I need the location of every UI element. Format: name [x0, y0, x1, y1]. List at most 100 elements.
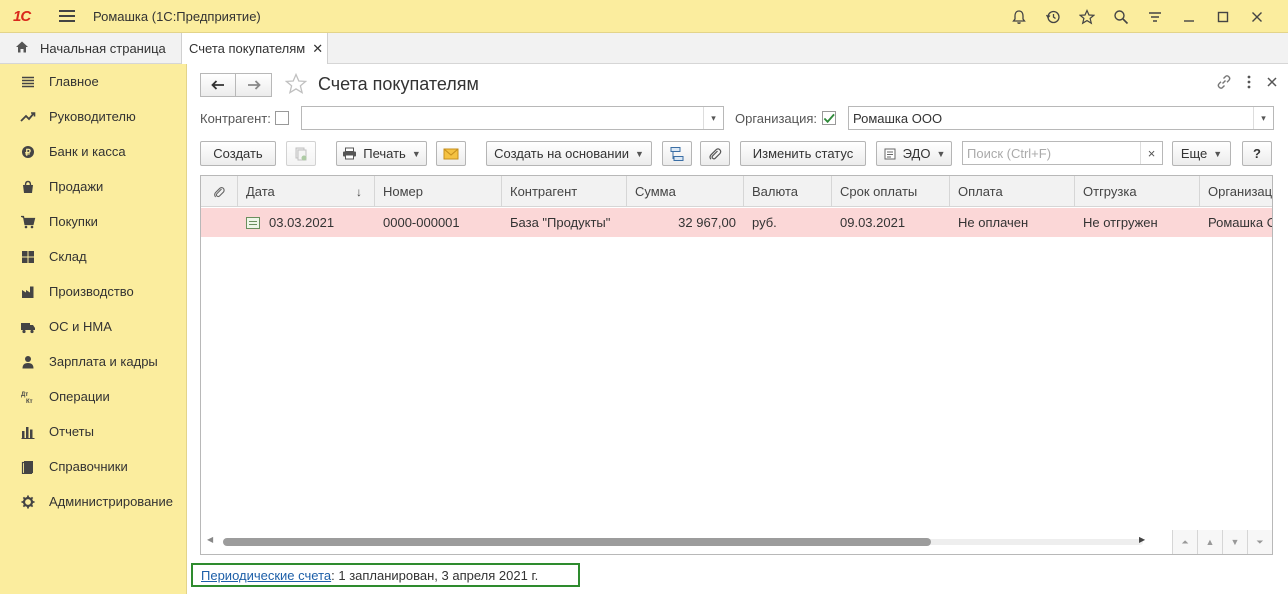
link-icon[interactable] [1216, 74, 1232, 93]
back-button[interactable] [200, 73, 236, 97]
dropdown-arrow-icon[interactable]: ▾ [703, 107, 723, 129]
sidebar-item-purchases[interactable]: Покупки [0, 204, 186, 239]
search-icon[interactable] [1104, 0, 1138, 33]
column-header-currency[interactable]: Валюта [744, 176, 832, 207]
main-menu-icon[interactable] [59, 10, 75, 22]
more-button[interactable]: Еще ▼ [1172, 141, 1231, 166]
checkmark-icon [823, 113, 835, 123]
table-row[interactable]: 03.03.2021 0000-000001 База "Продукты" 3… [201, 208, 1272, 237]
email-button[interactable] [436, 141, 466, 166]
sidebar-item-sales[interactable]: Продажи [0, 169, 186, 204]
scroll-left-icon[interactable]: ◀ [207, 535, 213, 544]
copy-button[interactable] [286, 141, 316, 166]
help-button[interactable]: ? [1242, 141, 1272, 166]
row-organization: Ромашка ООО [1208, 215, 1272, 230]
column-header-label: Номер [383, 184, 424, 199]
dropdown-arrow-icon[interactable]: ▾ [1253, 107, 1273, 129]
sidebar-item-catalogs[interactable]: Справочники [0, 449, 186, 484]
row-due-date: 09.03.2021 [840, 215, 906, 230]
change-status-button[interactable]: Изменить статус [740, 141, 866, 166]
sidebar-item-operations[interactable]: Дт Кт Операции [0, 379, 186, 414]
attachment-column-header[interactable] [201, 176, 238, 207]
minimize-icon[interactable] [1172, 0, 1206, 33]
column-header-payment[interactable]: Оплата [950, 176, 1075, 207]
periodic-invoices-link[interactable]: Периодические счета [201, 568, 331, 583]
bell-icon[interactable] [1002, 0, 1036, 33]
scroll-thumb[interactable] [223, 538, 931, 546]
horizontal-scrollbar[interactable]: ◀ ▶ [201, 530, 1272, 554]
app-title: Ромашка (1С:Предприятие) [93, 8, 261, 24]
sidebar-item-label: Покупки [49, 214, 98, 229]
organization-field[interactable]: Ромашка ООО ▾ [848, 106, 1274, 130]
create-button[interactable]: Создать [200, 141, 276, 166]
scroll-first-icon[interactable]: ⏶ [1172, 530, 1197, 554]
scroll-down-icon[interactable]: ▼ [1222, 530, 1247, 554]
sidebar-item-admin[interactable]: Администрирование [0, 484, 186, 519]
favorite-star-icon[interactable] [284, 72, 308, 101]
sidebar-item-label: Производство [49, 284, 134, 299]
history-icon[interactable] [1036, 0, 1070, 33]
sidebar-item-assets[interactable]: ОС и НМА [0, 309, 186, 344]
tab-home-label: Начальная страница [40, 40, 166, 56]
edo-button[interactable]: ЭДО ▼ [876, 141, 952, 166]
tab-invoices[interactable]: Счета покупателям ✕ [181, 33, 328, 64]
grid-navigation: ⏶ ▲ ▼ ⏷ [1172, 530, 1272, 554]
person-icon [20, 354, 36, 370]
tab-close-icon[interactable]: ✕ [312, 41, 323, 57]
search-input[interactable]: Поиск (Ctrl+F) × [962, 141, 1163, 165]
row-counterparty: База "Продукты" [510, 215, 611, 230]
table-header: Дата ↓ Номер Контрагент Сумма Валюта Срок… [201, 176, 1272, 207]
settings-lines-icon[interactable] [1138, 0, 1172, 33]
maximize-icon[interactable] [1206, 0, 1240, 33]
organization-checkbox[interactable] [822, 111, 836, 125]
favorites-star-icon[interactable] [1070, 0, 1104, 33]
sidebar-item-production[interactable]: Производство [0, 274, 186, 309]
sidebar-item-label: Справочники [49, 459, 128, 474]
scroll-right-icon[interactable]: ▶ [1139, 535, 1145, 544]
structure-button[interactable] [662, 141, 692, 166]
print-button[interactable]: Печать ▼ [336, 141, 427, 166]
page-title: Счета покупателям [318, 74, 479, 94]
clear-search-icon[interactable]: × [1140, 142, 1162, 164]
column-header-sum[interactable]: Сумма [627, 176, 744, 207]
close-form-icon[interactable] [1266, 74, 1278, 93]
sidebar-item-management[interactable]: Руководителю [0, 99, 186, 134]
sidebar-item-reports[interactable]: Отчеты [0, 414, 186, 449]
counterparty-field[interactable]: ▾ [301, 106, 724, 130]
create-based-on-label: Создать на основании [494, 146, 629, 161]
scroll-up-icon[interactable]: ▲ [1197, 530, 1222, 554]
sidebar-item-warehouse[interactable]: Склад [0, 239, 186, 274]
row-sum: 32 967,00 [678, 215, 736, 230]
home-icon [15, 40, 29, 57]
sidebar-item-main[interactable]: Главное [0, 64, 186, 99]
column-header-due-date[interactable]: Срок оплаты [832, 176, 950, 207]
bag-icon [20, 179, 36, 195]
copy-doc-icon [295, 147, 307, 160]
counterparty-checkbox[interactable] [275, 111, 289, 125]
arrow-right-icon [247, 80, 261, 90]
sidebar-item-label: Банк и касса [49, 144, 126, 159]
scroll-last-icon[interactable]: ⏷ [1247, 530, 1272, 554]
column-header-label: Отгрузка [1083, 184, 1137, 199]
create-based-on-button[interactable]: Создать на основании ▼ [486, 141, 652, 166]
column-header-shipment[interactable]: Отгрузка [1075, 176, 1200, 207]
column-header-number[interactable]: Номер [375, 176, 502, 207]
column-header-counterparty[interactable]: Контрагент [502, 176, 627, 207]
row-currency: руб. [752, 215, 777, 230]
forward-button[interactable] [236, 73, 272, 97]
sidebar-item-bank[interactable]: ₽ Банк и касса [0, 134, 186, 169]
column-header-organization[interactable]: Организация [1200, 176, 1272, 207]
more-vertical-icon[interactable] [1246, 74, 1252, 93]
counterparty-label: Контрагент: [200, 111, 271, 126]
tab-home[interactable]: Начальная страница [0, 33, 178, 63]
attachments-button[interactable] [700, 141, 730, 166]
factory-icon [20, 284, 36, 300]
sidebar-item-label: Зарплата и кадры [49, 354, 158, 369]
column-header-date[interactable]: Дата ↓ [238, 176, 375, 207]
dropdown-caret-icon: ▼ [936, 148, 946, 159]
truck-icon [20, 319, 36, 335]
sidebar-item-label: Отчеты [49, 424, 94, 439]
sidebar-item-salary[interactable]: Зарплата и кадры [0, 344, 186, 379]
close-icon[interactable] [1240, 0, 1274, 33]
sidebar-item-label: Главное [49, 74, 99, 89]
